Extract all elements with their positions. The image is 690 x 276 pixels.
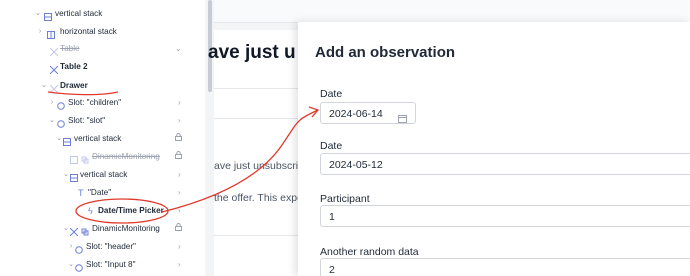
canvas-topbar: [214, 0, 690, 23]
participant-field-input[interactable]: 1: [320, 205, 690, 227]
tree-item-slot-input-8[interactable]: ⌄ Slot: "Input 8" ›: [0, 256, 200, 274]
tree-item-label: Slot: "children": [68, 98, 122, 107]
tree-item-label: DinamicMonitoring: [92, 224, 160, 233]
chevron-down-icon[interactable]: ⌄: [48, 112, 56, 130]
chevron-down-icon[interactable]: ⌄: [67, 256, 75, 274]
background-page-title: ave just u: [208, 42, 296, 63]
tree-item-dinamicmonitoring[interactable]: ⌄ DinamicMonitoring: [0, 220, 200, 238]
tree-item-label: Drawer: [60, 81, 88, 90]
tree-item-label: DinamicMonitoring: [92, 152, 160, 161]
divider: [214, 88, 304, 89]
date-picker-value: 2024-06-14: [329, 108, 383, 120]
stack-icon: [70, 153, 78, 164]
background-page-card: [214, 30, 304, 276]
lock-icon[interactable]: [175, 130, 182, 148]
chevron-down-icon[interactable]: ⌄: [40, 77, 48, 95]
drawer-icon: [49, 82, 59, 94]
chevron-down-icon[interactable]: ⌄: [55, 130, 63, 148]
chevron-down-icon[interactable]: ⌄: [175, 40, 182, 58]
participant-field-label: Participant: [320, 193, 370, 205]
tree-item-vertical-stack-3[interactable]: ⌄ vertical stack ›: [0, 166, 200, 184]
tree-item-label: Slot: "slot": [68, 116, 106, 125]
lightning-icon: ϟ: [88, 206, 93, 216]
tree-item-slot-children[interactable]: › Slot: "children" ›: [0, 94, 200, 112]
chevron-down-icon[interactable]: ⌄: [62, 166, 70, 184]
stack-icon: [47, 28, 55, 39]
drawer-title: Add an observation: [315, 44, 456, 61]
date-field-label: Date: [320, 140, 343, 152]
chevron-right-icon[interactable]: ›: [178, 166, 181, 184]
text-icon: T: [78, 188, 84, 198]
tree-item-slot-header[interactable]: › Slot: "header" ›: [0, 238, 200, 256]
tree-item-table-2[interactable]: Table 2: [0, 58, 200, 76]
divider: [214, 118, 304, 119]
tree-item-drawer[interactable]: ⌄ Drawer: [0, 77, 200, 95]
date-picker-input[interactable]: 2024-06-14: [320, 102, 416, 124]
component-icon: [81, 225, 89, 236]
stack-icon: [70, 171, 78, 182]
tree-item-label: Slot: "Input 8": [86, 260, 136, 269]
date-picker-label: Date: [320, 88, 343, 100]
tree-item-label: vertical stack: [55, 9, 103, 18]
chevron-right-icon[interactable]: ›: [48, 94, 56, 112]
another-random-data-input[interactable]: 2: [320, 258, 690, 276]
stack-icon: [44, 10, 52, 21]
tree-item-label: Table 2: [60, 62, 88, 71]
tree-item-vertical-stack-root[interactable]: ⌄ vertical stack: [0, 5, 200, 23]
chevron-down-icon[interactable]: ⌄: [62, 220, 70, 238]
stack-icon: [69, 225, 79, 237]
tree-item-horizontal-stack[interactable]: › horizontal stack: [0, 23, 200, 41]
tree-item-label: vertical stack: [74, 134, 122, 143]
tree-item-table[interactable]: Table ⌄: [0, 40, 200, 58]
tree-item-label: horizontal stack: [60, 27, 117, 36]
chevron-right-icon[interactable]: ›: [178, 202, 181, 220]
stack-icon: [63, 135, 71, 146]
tree-item-date-time-picker[interactable]: ϟ Date/Time Picker ›: [0, 202, 200, 220]
slot-icon: [75, 243, 83, 254]
chevron-right-icon[interactable]: ›: [178, 238, 181, 256]
chevron-right-icon[interactable]: ›: [178, 112, 181, 130]
chevron-right-icon[interactable]: ›: [36, 23, 44, 41]
divider: [214, 235, 304, 236]
observation-drawer: Add an observation Date 2024-06-14 Date …: [298, 22, 690, 276]
chevron-right-icon[interactable]: ›: [178, 94, 181, 112]
background-text: the offer. This expe: [214, 192, 303, 204]
table-icon: [49, 63, 59, 75]
slot-icon: [57, 117, 65, 128]
tree-item-label: Slot: "header": [86, 242, 136, 251]
component-icon: [81, 153, 89, 164]
chevron-down-icon[interactable]: ⌄: [34, 5, 42, 23]
tree-item-label: "Date": [88, 188, 112, 197]
background-text: ave just unsubscrib: [214, 160, 304, 172]
tree-item-vertical-stack-2[interactable]: ⌄ vertical stack: [0, 130, 200, 148]
chevron-right-icon[interactable]: ›: [67, 238, 75, 256]
calendar-icon[interactable]: [398, 109, 407, 131]
tree-item-label: vertical stack: [80, 170, 128, 179]
tree-item-dinamicmonitoring-disabled[interactable]: DinamicMonitoring: [0, 148, 200, 166]
component-tree: ⌄ vertical stack › horizontal stack Tabl…: [0, 0, 205, 276]
table-icon: [49, 45, 59, 57]
another-random-data-label: Another random data: [320, 246, 419, 258]
slot-icon: [75, 261, 83, 272]
date-field-input[interactable]: 2024-05-12: [320, 153, 690, 175]
tree-item-label: Table: [60, 44, 80, 53]
tree-item-text-date[interactable]: T "Date" ›: [0, 184, 200, 202]
lock-icon[interactable]: [175, 148, 182, 166]
tree-item-slot-slot[interactable]: ⌄ Slot: "slot" ›: [0, 112, 200, 130]
lock-icon[interactable]: [175, 220, 182, 238]
chevron-right-icon[interactable]: ›: [178, 256, 181, 274]
tree-item-label: Date/Time Picker: [98, 206, 164, 215]
slot-icon: [57, 99, 65, 110]
chevron-right-icon[interactable]: ›: [178, 184, 181, 202]
